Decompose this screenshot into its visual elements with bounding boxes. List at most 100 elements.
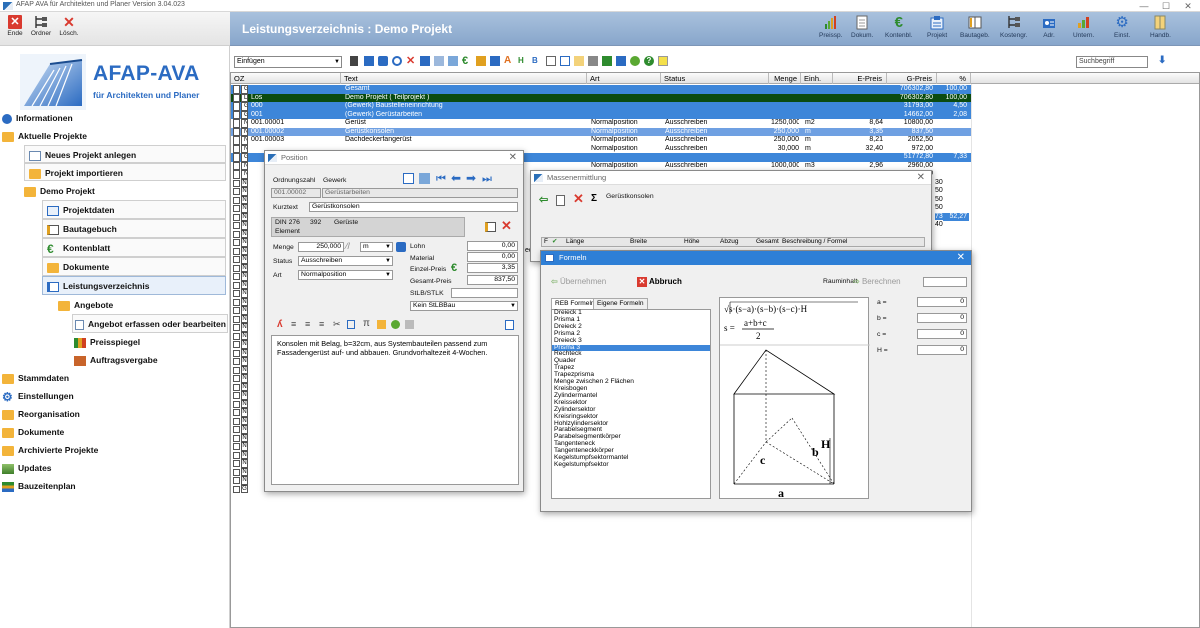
col-menge[interactable]: Menge [769, 73, 801, 84]
cut-icon[interactable]: ✂ [333, 319, 341, 330]
back-icon[interactable]: ⇦ [539, 193, 548, 206]
nav-bauzeitenplan[interactable]: Bauzeitenplan [2, 477, 76, 495]
bautagebuch-button[interactable]: Bautageb. [960, 15, 990, 39]
nav-neues-projekt[interactable]: Neues Projekt anlegen [24, 145, 226, 163]
last-icon[interactable]: ⏭ [482, 173, 492, 186]
help-icon[interactable]: ? [644, 56, 654, 66]
nav-archivierte-projekte[interactable]: Archivierte Projekte [2, 441, 98, 459]
row-select-checkbox[interactable] [233, 460, 240, 467]
nav-stammdaten[interactable]: Stammdaten [2, 369, 69, 387]
row-select-checkbox[interactable] [233, 341, 240, 348]
row-select-checkbox[interactable] [233, 375, 240, 382]
sum-icon[interactable]: Σ [591, 193, 597, 204]
preisspiegel-button[interactable]: Preissp. [819, 15, 842, 39]
calculator-icon[interactable]: ⁄/ [346, 241, 350, 251]
row-select-checkbox[interactable] [233, 349, 240, 357]
row-select-checkbox[interactable] [233, 273, 240, 280]
list-icon[interactable] [560, 56, 570, 66]
col-status[interactable]: Status [661, 73, 769, 84]
row-select-checkbox[interactable] [233, 426, 240, 433]
euro-icon[interactable]: € [462, 56, 472, 67]
paste-icon[interactable] [448, 56, 458, 66]
table-row[interactable]: G Gesamt 706302,80 100,00 [231, 85, 971, 94]
row-select-checkbox[interactable] [233, 230, 240, 238]
row-select-checkbox[interactable] [233, 477, 240, 484]
row-select-checkbox[interactable] [233, 451, 240, 459]
row-select-checkbox[interactable] [233, 417, 240, 425]
align-left-icon[interactable]: ≡ [291, 319, 296, 329]
close-window-button[interactable]: ✕ [1180, 0, 1196, 12]
einzelpreis-field[interactable]: 3,35 [467, 263, 518, 273]
minimize-button[interactable]: — [1136, 0, 1152, 12]
row-select-checkbox[interactable] [233, 119, 240, 128]
row-select-checkbox[interactable] [233, 366, 240, 374]
h-icon[interactable]: H [518, 56, 528, 66]
row-select-checkbox[interactable] [233, 400, 240, 408]
row-select-checkbox[interactable] [233, 144, 240, 153]
row-select-checkbox[interactable] [233, 315, 240, 323]
row-select-checkbox[interactable] [233, 256, 240, 263]
row-select-checkbox[interactable] [233, 332, 240, 340]
gewerk-field[interactable]: Gerüstarbeiten [322, 188, 518, 198]
edit-icon[interactable] [434, 56, 444, 66]
ordner-button[interactable]: Ordner [28, 15, 54, 37]
row-select-checkbox[interactable] [233, 179, 240, 187]
note-icon[interactable] [574, 56, 584, 66]
row-select-checkbox[interactable] [233, 136, 240, 145]
row-select-checkbox[interactable] [233, 281, 240, 289]
langtext-field[interactable]: Konsolen mit Belag, b=32cm, aus Systemba… [271, 335, 519, 485]
delete-icon[interactable]: ✕ [501, 218, 512, 234]
nav-informationen[interactable]: Informationen [2, 109, 73, 127]
font-icon[interactable]: ʎ [277, 319, 283, 330]
col-gpreis[interactable]: G-Preis [887, 73, 937, 84]
tab-reb-formeln[interactable]: REB Formeln [551, 298, 599, 309]
table-row[interactable]: N 001.00003 Dachdeckerfangerüst Normalposit… [231, 136, 971, 145]
col-art[interactable]: Art [587, 73, 661, 84]
row-select-checkbox[interactable] [233, 110, 240, 119]
row-select-checkbox[interactable] [233, 358, 240, 365]
close-icon[interactable]: ✕ [509, 151, 517, 165]
row-select-checkbox[interactable] [233, 213, 240, 221]
table-row[interactable]: G001 (Gewerk) Gerüstarbeiten 14662,00 2,08 [231, 110, 971, 119]
book-icon[interactable] [485, 222, 496, 232]
document-icon[interactable] [546, 56, 556, 66]
row-select-checkbox[interactable] [233, 127, 240, 136]
row-select-checkbox[interactable] [233, 264, 240, 272]
adressen-button[interactable]: Adr. [1042, 15, 1056, 39]
nav-bautagebuch[interactable]: Bautagebuch [42, 219, 226, 238]
param-field[interactable]: 0 [917, 313, 967, 323]
row-select-checkbox[interactable] [233, 468, 240, 476]
nav-dokumente[interactable]: Dokumente [2, 423, 64, 441]
arrow-down-icon[interactable]: ⬇ [1158, 56, 1168, 66]
align-center-icon[interactable]: ≡ [305, 319, 310, 329]
row-select-checkbox[interactable] [233, 188, 240, 195]
nav-angebote[interactable]: Angebote [58, 296, 113, 314]
nav-angebot-erfassen[interactable]: Angebot erfassen oder bearbeiten [72, 314, 228, 333]
new-icon[interactable] [403, 173, 414, 184]
formula-list[interactable]: Dreieck 1 Prisma 1 Dreieck 2 Prisma 2 Dreiec… [551, 309, 711, 499]
nav-leistungsverzeichnis[interactable]: Leistungsverzeichnis [42, 276, 226, 295]
table-row[interactable]: N 001.00001 Gerüst Normalposition Ausschreib… [231, 119, 971, 128]
next-icon[interactable]: ➡ [466, 171, 476, 185]
tab-eigene-formeln[interactable]: Eigene Formeln [593, 298, 648, 309]
print-icon[interactable] [588, 56, 598, 66]
first-icon[interactable]: ⏮ [436, 173, 446, 186]
status-select[interactable]: Ausschreiben ▼ [298, 256, 393, 266]
row-select-checkbox[interactable] [233, 409, 240, 416]
row-select-checkbox[interactable] [233, 298, 240, 306]
rauminhalt-field[interactable] [923, 277, 967, 287]
nav-auftragsvergabe[interactable]: Auftragsvergabe [74, 351, 158, 369]
formula-list-item[interactable]: Quader [552, 357, 710, 365]
export-icon[interactable] [616, 56, 626, 66]
nav-kontenblatt[interactable]: € Kontenblatt [42, 238, 226, 257]
row-select-checkbox[interactable] [233, 392, 240, 399]
col-einheit[interactable]: Einh. [801, 73, 833, 84]
row-select-checkbox[interactable] [233, 307, 240, 314]
pi-icon[interactable]: π [363, 318, 370, 329]
nav-projekt-importieren[interactable]: Projekt importieren [24, 163, 226, 181]
lohn-field[interactable]: 0,00 [467, 241, 518, 251]
col-percent[interactable]: % [937, 73, 971, 84]
handbuch-button[interactable]: Handb. [1150, 15, 1171, 39]
row-select-checkbox[interactable] [233, 239, 240, 246]
new-icon[interactable] [556, 195, 565, 206]
